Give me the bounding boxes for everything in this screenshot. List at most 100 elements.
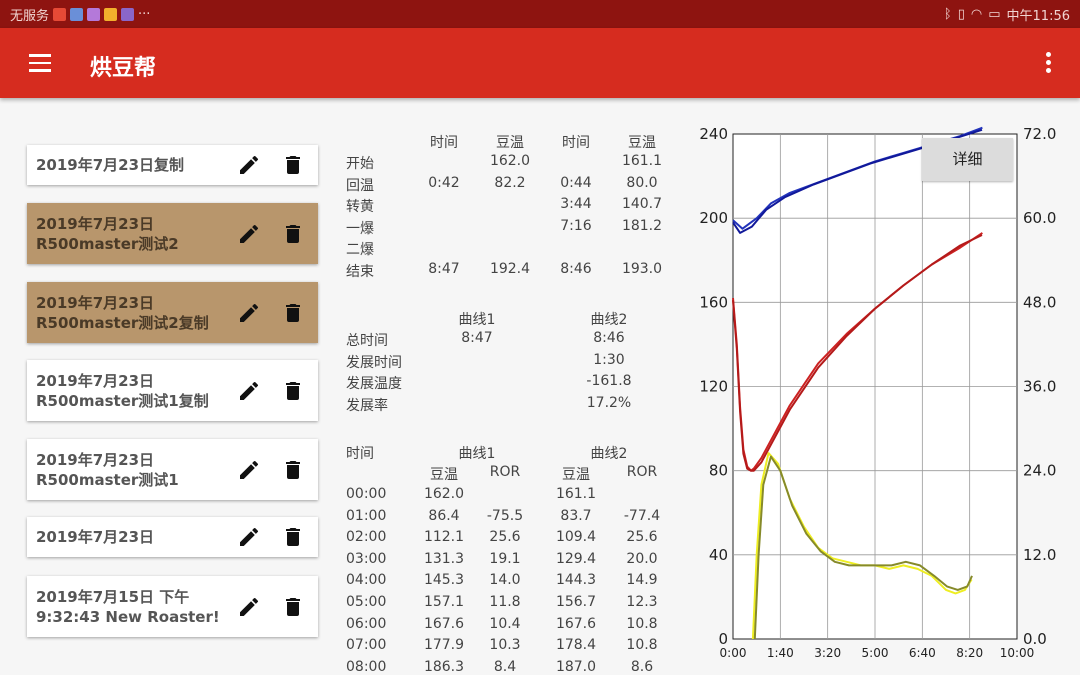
x-tick-label: 6:40 (909, 646, 936, 660)
summary-name: 总时间 (346, 333, 388, 349)
detail-button[interactable]: 详细 (922, 138, 1013, 181)
profile-card[interactable]: 2019年7月23日复制 (27, 145, 318, 185)
timeline-value: 11.8 (489, 594, 521, 610)
summary-value: 1:30 (593, 351, 625, 368)
timeline-value: 8.4 (493, 658, 517, 675)
y-right-tick-label: 48.0 (1023, 293, 1056, 311)
delete-trash-icon[interactable] (281, 525, 305, 549)
y-left-tick-label: 80 (709, 462, 728, 480)
y-left-tick-label: 240 (699, 125, 728, 143)
delete-trash-icon[interactable] (281, 458, 305, 482)
profile-label: 2019年7月23日 R500master测试1 (36, 450, 179, 489)
event-value: 192.4 (489, 260, 531, 277)
y-left-tick-label: 0 (718, 630, 728, 648)
timeline-value: 83.7 (560, 507, 592, 524)
wifi-icon: ◠ (970, 6, 983, 22)
timeline-value: 12.3 (626, 594, 658, 610)
edit-pencil-icon[interactable] (237, 458, 261, 482)
event-value: 8:46 (560, 260, 592, 277)
timeline-value: 178.4 (555, 637, 597, 654)
event-value: 8:47 (428, 260, 460, 277)
timeline-value: 157.1 (423, 594, 465, 610)
vibrate-icon: ▯ (957, 6, 965, 22)
event-value: 80.0 (626, 174, 658, 191)
timeline-value: 112.1 (423, 529, 465, 546)
event-value: 140.7 (621, 196, 663, 212)
timeline-time: 01:00 (346, 507, 387, 524)
y-right-tick-label: 24.0 (1023, 462, 1056, 480)
timeline-value: 20.0 (626, 550, 658, 567)
summary-name: 发展率 (346, 397, 388, 414)
timeline-value: 10.4 (489, 615, 521, 632)
event-value: 161.1 (621, 153, 663, 169)
events-header: 豆温 (628, 135, 656, 151)
timeline-value: 167.6 (555, 615, 597, 632)
notification-icon (53, 7, 67, 21)
clock: 中午11:56 (1006, 8, 1070, 24)
timeline-curve-header: 曲线1 (458, 446, 496, 462)
y-left-tick-label: 200 (699, 209, 728, 227)
more-vert-icon[interactable] (1046, 52, 1052, 74)
battery-icon: ▭ (988, 6, 1001, 22)
timeline-value: 177.9 (423, 637, 465, 654)
timeline-value: -75.5 (486, 507, 524, 524)
hamburger-menu-icon[interactable] (29, 54, 51, 72)
edit-pencil-icon[interactable] (237, 153, 261, 177)
y-left-tick-label: 160 (699, 293, 728, 311)
delete-trash-icon[interactable] (281, 595, 305, 619)
summary-header: 曲线2 (590, 312, 628, 328)
event-name: 一爆 (346, 220, 374, 237)
profile-label: 2019年7月23日复制 (36, 156, 185, 174)
events-header: 时间 (430, 135, 458, 151)
timeline-value: 10.3 (489, 637, 521, 654)
timeline-time: 08:00 (346, 658, 387, 675)
timeline-value: 145.3 (423, 572, 465, 589)
x-tick-label: 3:20 (814, 646, 841, 660)
delete-trash-icon[interactable] (281, 153, 305, 177)
event-value: 0:42 (428, 174, 460, 191)
edit-pencil-icon[interactable] (237, 595, 261, 619)
delete-trash-icon[interactable] (281, 301, 305, 325)
edit-pencil-icon[interactable] (237, 222, 261, 246)
profile-card[interactable]: 2019年7月23日 R500master测试1 (27, 439, 318, 500)
timeline-time: 04:00 (346, 572, 387, 589)
profile-label: 2019年7月23日 R500master测试1复制 (36, 371, 209, 410)
timeline-sub-header: 豆温 (562, 467, 590, 483)
notification-icon (87, 7, 101, 21)
timeline-sub-header: 豆温 (430, 467, 458, 483)
profile-card[interactable]: 2019年7月23日 R500master测试2复制 (27, 282, 318, 343)
timeline-time: 03:00 (346, 550, 387, 567)
summary-value: 8:46 (593, 330, 625, 346)
timeline-value: 14.0 (489, 572, 521, 589)
timeline-value: 131.3 (423, 550, 465, 567)
x-tick-label: 8:20 (956, 646, 983, 660)
x-tick-label: 1:40 (767, 646, 794, 660)
event-value: 193.0 (621, 260, 663, 277)
timeline-time: 06:00 (346, 615, 387, 632)
summary-value: -161.8 (586, 373, 632, 389)
profile-card[interactable]: 2019年7月23日 R500master测试1复制 (27, 360, 318, 421)
timeline-value: 186.3 (423, 658, 465, 675)
edit-pencil-icon[interactable] (237, 379, 261, 403)
x-tick-label: 10:00 (1000, 646, 1035, 660)
timeline-value: 14.9 (626, 572, 658, 589)
event-value: 3:44 (560, 196, 592, 212)
timeline-time: 05:00 (346, 594, 387, 610)
edit-pencil-icon[interactable] (237, 301, 261, 325)
profile-card[interactable]: 2019年7月15日 下午 9:32:43 New Roaster! (27, 576, 318, 637)
timeline-value: 129.4 (555, 550, 597, 567)
carrier-text: 无服务 (10, 8, 50, 24)
profile-label: 2019年7月23日 R500master测试2复制 (36, 293, 209, 332)
y-right-tick-label: 12.0 (1023, 546, 1056, 564)
profile-card[interactable]: 2019年7月23日 (27, 517, 318, 557)
summary-value: 17.2% (586, 394, 632, 411)
profile-card[interactable]: 2019年7月23日 R500master测试2 (27, 203, 318, 264)
roast-curve-chart[interactable]: 0:00 1:40 3:20 5:00 6:40 8:20 10:00 0 40 80 120 160… (690, 120, 1070, 670)
delete-trash-icon[interactable] (281, 379, 305, 403)
timeline-value: 161.1 (555, 486, 597, 502)
events-header: 豆温 (496, 135, 524, 151)
edit-pencil-icon[interactable] (237, 525, 261, 549)
x-tick-label: 5:00 (862, 646, 889, 660)
timeline-value: 10.8 (626, 637, 658, 654)
delete-trash-icon[interactable] (281, 222, 305, 246)
